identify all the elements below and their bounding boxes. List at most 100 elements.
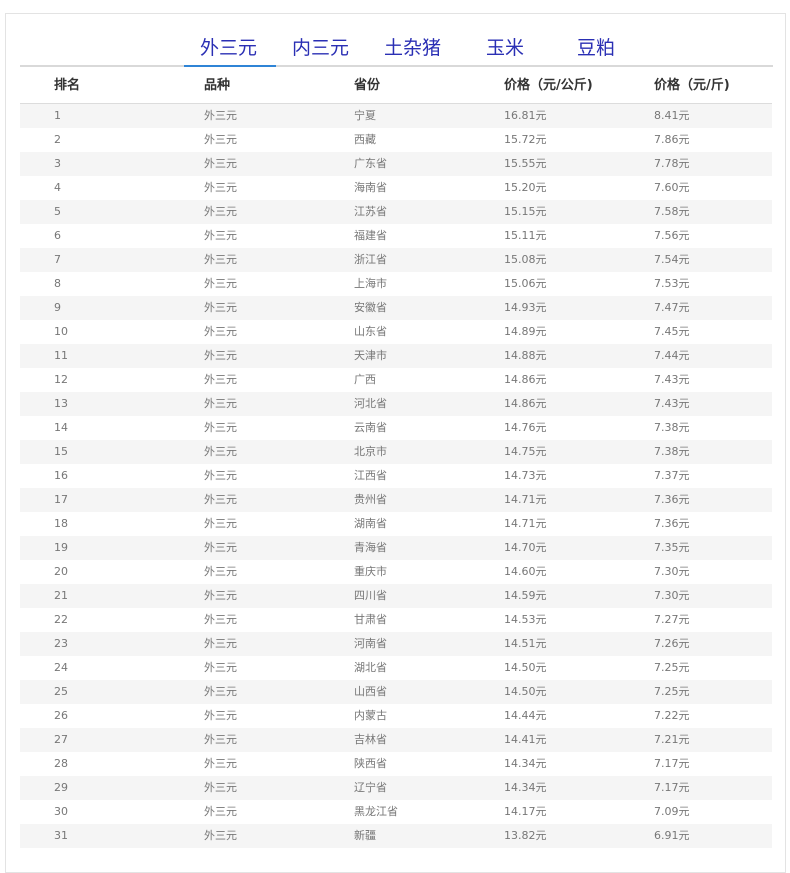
price-per-jin-cell: 7.26元 [654,637,690,650]
price-per-kg-cell: 14.41元 [504,733,547,746]
breed-cell: 外三元 [204,133,237,146]
breed-cell: 外三元 [204,181,237,194]
price-per-kg-cell: 14.53元 [504,613,547,626]
breed-cell: 外三元 [204,445,237,458]
price-per-jin-cell: 7.27元 [654,613,690,626]
price-per-jin-cell: 7.43元 [654,397,690,410]
province-cell: 西藏 [354,133,376,146]
breed-cell: 外三元 [204,493,237,506]
rank-cell: 21 [54,589,68,602]
price-per-kg-cell: 14.73元 [504,469,547,482]
province-cell: 江苏省 [354,205,387,218]
province-cell: 天津市 [354,349,387,362]
price-table: 排名 品种 省份 价格（元/公斤) 价格（元/斤) 1 外三元 宁夏 16.81元 8.… [20,69,772,848]
price-per-jin-cell: 7.58元 [654,205,690,218]
breed-cell: 外三元 [204,229,237,242]
rank-cell: 23 [54,637,68,650]
price-per-kg-cell: 14.93元 [504,301,547,314]
table-row: 19 外三元 青海省 14.70元 7.35元 [20,536,772,560]
price-per-kg-cell: 14.86元 [504,373,547,386]
table-row: 1 外三元 宁夏 16.81元 8.41元 [20,104,772,128]
column-header-price-per-jin: 价格（元/斤) [654,78,730,93]
table-row: 9 外三元 安徽省 14.93元 7.47元 [20,296,772,320]
breed-cell: 外三元 [204,541,237,554]
price-per-kg-cell: 15.20元 [504,181,547,194]
price-per-kg-cell: 14.71元 [504,493,547,506]
table-row: 24 外三元 湖北省 14.50元 7.25元 [20,656,772,680]
price-per-jin-cell: 7.21元 [654,733,690,746]
price-per-kg-cell: 14.34元 [504,757,547,770]
rank-cell: 20 [54,565,68,578]
table-row: 3 外三元 广东省 15.55元 7.78元 [20,152,772,176]
price-per-jin-cell: 7.25元 [654,661,690,674]
price-per-kg-cell: 16.81元 [504,109,547,122]
breed-cell: 外三元 [204,325,237,338]
breed-cell: 外三元 [204,373,237,386]
price-per-jin-cell: 7.54元 [654,253,690,266]
tab-neisanyuan[interactable]: 内三元 [292,32,349,65]
province-cell: 湖北省 [354,661,387,674]
price-per-jin-cell: 8.41元 [654,109,690,122]
table-row: 23 外三元 河南省 14.51元 7.26元 [20,632,772,656]
province-cell: 云南省 [354,421,387,434]
table-row: 11 外三元 天津市 14.88元 7.44元 [20,344,772,368]
rank-cell: 16 [54,469,68,482]
rank-cell: 19 [54,541,68,554]
price-per-kg-cell: 14.44元 [504,709,547,722]
table-row: 18 外三元 湖南省 14.71元 7.36元 [20,512,772,536]
tab-doupo[interactable]: 豆粕 [577,32,615,65]
rank-cell: 8 [54,277,61,290]
table-row: 4 外三元 海南省 15.20元 7.60元 [20,176,772,200]
breed-cell: 外三元 [204,637,237,650]
rank-cell: 24 [54,661,68,674]
price-per-jin-cell: 7.30元 [654,589,690,602]
rank-cell: 15 [54,445,68,458]
breed-cell: 外三元 [204,613,237,626]
province-cell: 河北省 [354,397,387,410]
tab-tuzazhu[interactable]: 土杂猪 [384,32,441,65]
breed-cell: 外三元 [204,781,237,794]
price-per-kg-cell: 13.82元 [504,829,547,842]
price-per-jin-cell: 7.86元 [654,133,690,146]
price-per-jin-cell: 7.22元 [654,709,690,722]
rank-cell: 31 [54,829,68,842]
price-per-jin-cell: 7.30元 [654,565,690,578]
table-row: 17 外三元 贵州省 14.71元 7.36元 [20,488,772,512]
price-per-kg-cell: 14.50元 [504,661,547,674]
rank-cell: 30 [54,805,68,818]
price-per-kg-cell: 14.59元 [504,589,547,602]
tab-waisanyuan[interactable]: 外三元 [200,32,257,65]
province-cell: 甘肃省 [354,613,387,626]
price-per-jin-cell: 7.56元 [654,229,690,242]
table-row: 22 外三元 甘肃省 14.53元 7.27元 [20,608,772,632]
breed-cell: 外三元 [204,565,237,578]
table-row: 2 外三元 西藏 15.72元 7.86元 [20,128,772,152]
rank-cell: 11 [54,349,68,362]
price-per-jin-cell: 7.25元 [654,685,690,698]
table-row: 16 外三元 江西省 14.73元 7.37元 [20,464,772,488]
price-per-kg-cell: 14.88元 [504,349,547,362]
price-per-jin-cell: 7.44元 [654,349,690,362]
table-header: 排名 品种 省份 价格（元/公斤) 价格（元/斤) [20,69,772,104]
breed-cell: 外三元 [204,253,237,266]
table-row: 6 外三元 福建省 15.11元 7.56元 [20,224,772,248]
province-cell: 重庆市 [354,565,387,578]
breed-cell: 外三元 [204,397,237,410]
breed-cell: 外三元 [204,301,237,314]
rank-cell: 29 [54,781,68,794]
rank-cell: 14 [54,421,68,434]
rank-cell: 22 [54,613,68,626]
table-row: 20 外三元 重庆市 14.60元 7.30元 [20,560,772,584]
price-per-jin-cell: 7.43元 [654,373,690,386]
breed-cell: 外三元 [204,421,237,434]
column-header-price-per-kg: 价格（元/公斤) [504,78,593,93]
breed-cell: 外三元 [204,733,237,746]
province-cell: 广西 [354,373,376,386]
table-row: 29 外三元 辽宁省 14.34元 7.17元 [20,776,772,800]
province-cell: 上海市 [354,277,387,290]
price-per-kg-cell: 15.08元 [504,253,547,266]
price-per-jin-cell: 7.45元 [654,325,690,338]
province-cell: 山西省 [354,685,387,698]
tab-yumi[interactable]: 玉米 [486,32,524,65]
breed-cell: 外三元 [204,109,237,122]
